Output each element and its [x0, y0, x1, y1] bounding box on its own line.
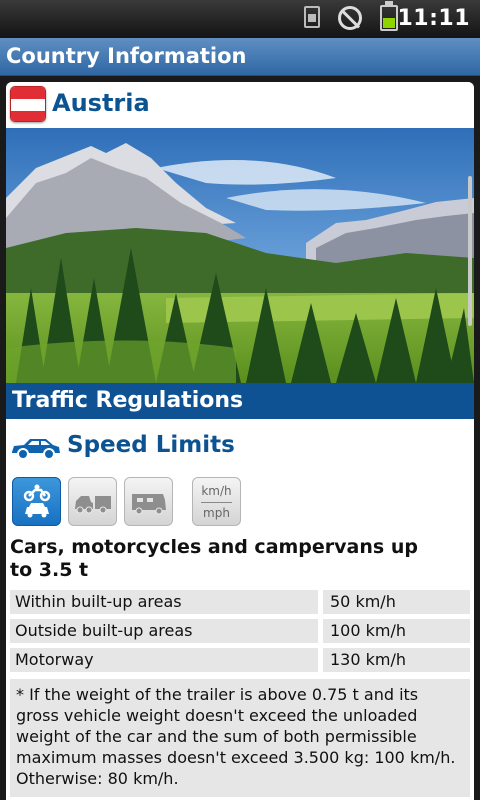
car-motorcycle-tab[interactable] — [12, 477, 61, 526]
unit-divider — [201, 502, 232, 503]
table-row: Outside built-up areas 100 km/h — [10, 619, 470, 643]
traffic-regulations-header: Traffic Regulations — [6, 383, 474, 419]
austria-flag-icon — [10, 86, 46, 122]
table-row: Motorway 130 km/h — [10, 648, 470, 672]
area-label: Motorway — [10, 648, 318, 672]
country-header: Austria — [6, 82, 474, 128]
speed-value: 50 km/h — [323, 590, 470, 614]
speed-value: 100 km/h — [323, 619, 470, 643]
campervan-icon — [132, 494, 166, 515]
app-title: Country Information — [6, 44, 247, 68]
status-clock: 11:11 — [397, 6, 470, 31]
do-not-disturb-icon — [338, 6, 362, 30]
car-motorcycle-icon — [23, 484, 51, 518]
app-title-bar: Country Information — [0, 38, 480, 76]
area-label: Within built-up areas — [10, 590, 318, 614]
speed-limits-header: Speed Limits — [6, 428, 474, 468]
alpine-landscape-image — [6, 128, 474, 383]
car-icon — [12, 439, 60, 460]
status-bar: 11:11 — [0, 0, 480, 38]
campervan-tab[interactable] — [124, 477, 173, 526]
scrollbar[interactable] — [468, 176, 472, 326]
unit-mph-label: mph — [203, 506, 230, 520]
section-title: Traffic Regulations — [12, 388, 244, 413]
trailer-note: * If the weight of the trailer is above … — [10, 679, 470, 797]
speed-value: 130 km/h — [323, 648, 470, 672]
vehicle-category-title: Cars, motorcycles and campervans up to 3… — [10, 536, 418, 581]
country-content[interactable]: Austria Traffic Regulations Speed Limits… — [6, 82, 474, 800]
car-trailer-icon — [75, 496, 111, 514]
area-label: Outside built-up areas — [10, 619, 318, 643]
car-trailer-tab[interactable] — [68, 477, 117, 526]
speed-limit-table: Within built-up areas 50 km/h Outside bu… — [10, 590, 470, 677]
table-row: Within built-up areas 50 km/h — [10, 590, 470, 614]
country-name: Austria — [52, 89, 150, 117]
battery-icon — [380, 1, 398, 31]
unit-kmh-label: km/h — [201, 484, 232, 498]
sim-card-icon — [304, 6, 320, 28]
speed-limits-title: Speed Limits — [67, 432, 235, 458]
unit-toggle-button[interactable]: km/h mph — [192, 477, 241, 526]
